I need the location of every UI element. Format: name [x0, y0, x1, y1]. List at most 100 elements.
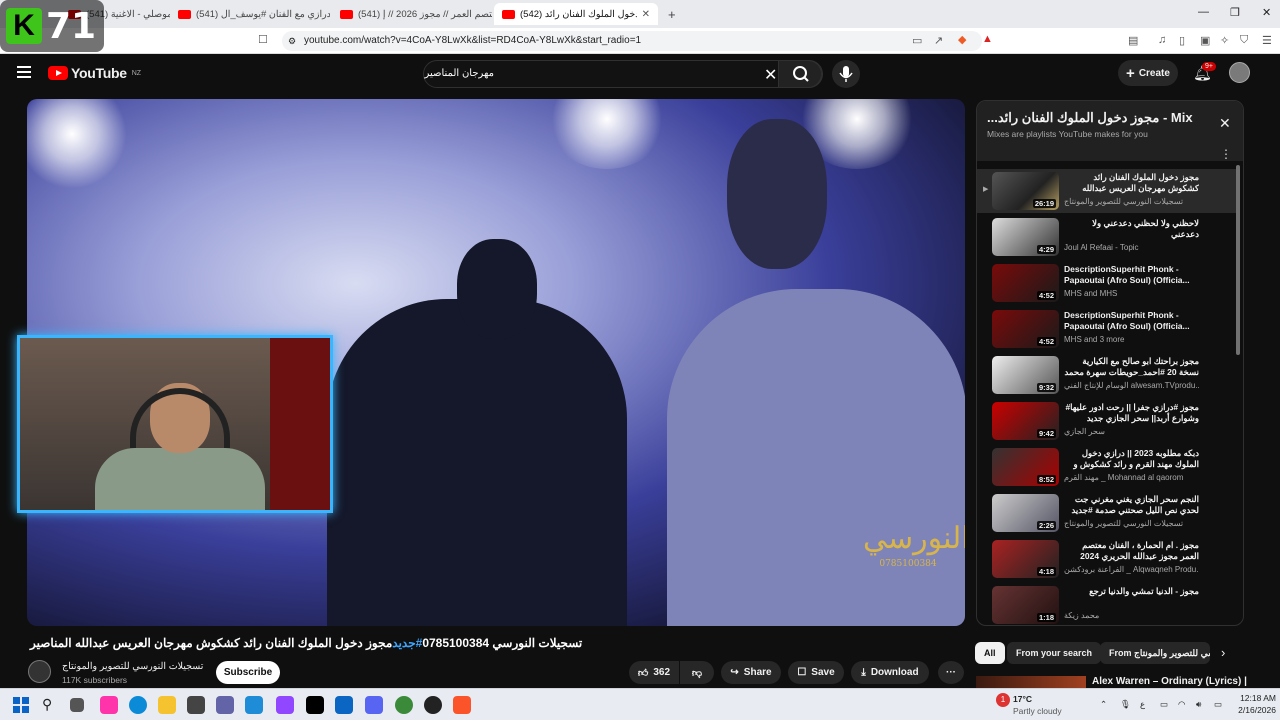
x-twitter-icon[interactable]: [306, 696, 324, 714]
wifi-icon[interactable]: ◠: [1178, 699, 1185, 710]
search-taskbar-icon[interactable]: ⚲: [42, 696, 60, 714]
weather-desc[interactable]: Partly cloudy: [1013, 706, 1062, 716]
playlist-thumbnail: 9:42: [992, 402, 1059, 440]
mix-playlist-panel: Mix - مجوز دخول الملوك الفنان رائد... Mi…: [976, 100, 1244, 626]
channel-name[interactable]: تسجيلات النورسي للتصوير والمونتاج: [62, 661, 203, 672]
voice-search-button[interactable]: [832, 60, 860, 88]
linkedin-icon[interactable]: [335, 696, 353, 714]
bookmark-icon[interactable]: ☐: [258, 33, 268, 46]
copilot-icon[interactable]: [100, 696, 118, 714]
save-button[interactable]: ☐ Save: [788, 661, 844, 684]
teams-icon[interactable]: [216, 696, 234, 714]
overlay-logo-letter: K: [6, 8, 42, 44]
playlist-item[interactable]: 2:26 النجم سحر الجازي يغني مغرني جت لحدي…: [977, 491, 1237, 535]
file-explorer-icon[interactable]: [158, 696, 176, 714]
share-page-icon[interactable]: ↗: [934, 34, 943, 47]
obs-icon[interactable]: [424, 696, 442, 714]
store-icon[interactable]: [187, 696, 205, 714]
download-button[interactable]: ⤓ Download: [851, 661, 929, 684]
browser-tab-active[interactable]: (542) مجوز دخول الملوك الفنان رائد...✕: [494, 3, 658, 25]
chip-from-your-search[interactable]: From your search: [1007, 642, 1102, 664]
like-button[interactable]: 👍︎ 362: [629, 661, 679, 684]
chip-from-channel[interactable]: From تسجيلات النورسي للتصوير والمونتاج: [1100, 642, 1210, 664]
start-windows-icon[interactable]: [12, 696, 30, 714]
playlist-title[interactable]: Mix - مجوز دخول الملوك الفنان رائد...: [987, 110, 1202, 126]
dislike-button[interactable]: 👎︎: [680, 661, 714, 684]
singer-head: [727, 119, 827, 269]
playlist-scrollbar[interactable]: [1236, 165, 1240, 355]
playlist-thumbnail: 2:26: [992, 494, 1059, 532]
clock-date[interactable]: 2/16/2026: [1226, 705, 1276, 715]
vpn-shield-icon[interactable]: ⛉: [1240, 34, 1248, 47]
leo-ai-icon[interactable]: ✧: [1220, 34, 1229, 47]
hashtag-link[interactable]: #جديد: [392, 636, 422, 650]
browser-menu-icon[interactable]: ☰: [1262, 34, 1272, 47]
share-button[interactable]: ↪ Share: [721, 661, 781, 684]
volume-icon[interactable]: 🔊︎: [1196, 699, 1201, 710]
playlist-item[interactable]: 4:52 DescriptionSuperhit Phonk - Papaout…: [977, 307, 1237, 351]
clock-time[interactable]: 12:18 AM: [1226, 693, 1276, 703]
music-icon[interactable]: ♫: [1158, 34, 1166, 46]
search-input[interactable]: مهرجان المناصير: [424, 68, 494, 79]
playlist-item-current[interactable]: ▶ 26:19 مجوز دخول الملوك الفنان رائد كشك…: [977, 169, 1237, 213]
search-button[interactable]: [778, 60, 822, 88]
create-button[interactable]: + Create: [1118, 60, 1178, 86]
maximize-icon[interactable]: ❐: [1230, 6, 1240, 19]
browser-tab[interactable]: (541) معتصم العمر // مجوز 2026 // إ...: [332, 3, 492, 25]
search-icon: [793, 66, 809, 82]
account-avatar[interactable]: [1229, 62, 1250, 83]
search-box[interactable]: مهرجان المناصير ✕: [423, 60, 823, 88]
brave-rewards-icon[interactable]: ▲: [982, 33, 993, 45]
twitch-icon[interactable]: [276, 696, 294, 714]
chrome-icon[interactable]: [395, 696, 413, 714]
language-indicator[interactable]: ع: [1140, 699, 1145, 710]
sidebar-icon[interactable]: ▯: [1179, 34, 1185, 47]
playlist-item[interactable]: 8:52 دبكه مطلوبه 2023 || درازي دخول المل…: [977, 445, 1237, 489]
subscribe-button[interactable]: Subscribe: [216, 661, 280, 684]
close-playlist-icon[interactable]: ✕: [1219, 115, 1231, 132]
wallet-icon[interactable]: ▣: [1200, 34, 1210, 47]
next-video-item[interactable]: Alex Warren – Ordinary (Lyrics) |: [976, 676, 1266, 688]
playlist-more-icon[interactable]: ⋮: [1220, 147, 1232, 161]
window-close-icon[interactable]: ✕: [1262, 6, 1271, 19]
install-icon[interactable]: ▭: [912, 34, 922, 47]
new-tab-button[interactable]: +: [660, 3, 680, 25]
microphone-icon: [839, 66, 853, 82]
battery-icon[interactable]: ▭: [1214, 699, 1222, 710]
playlist-item[interactable]: 4:29 لاحظني ولا لحظني دعدعني ولا دعدعني …: [977, 215, 1237, 259]
clear-search-icon[interactable]: ✕: [764, 65, 777, 85]
playlist-item[interactable]: 4:52 DescriptionSuperhit Phonk - Papaout…: [977, 261, 1237, 305]
chip-all[interactable]: All: [975, 642, 1005, 664]
brave-shields-icon[interactable]: ◆: [958, 33, 966, 46]
reader-icon[interactable]: ▤: [1128, 34, 1138, 47]
mic-tray-icon[interactable]: 🎙︎: [1120, 699, 1131, 710]
minimize-icon[interactable]: —: [1198, 6, 1209, 18]
brave-taskbar-icon[interactable]: [453, 696, 471, 714]
browser-tab[interactable]: (541) مجوز درازي مع الفنان #يوسف_ال...: [170, 3, 330, 25]
site-info-icon[interactable]: ⚙: [288, 31, 296, 51]
playlist-item[interactable]: 9:32 مجوز براحتك ابو صالح مع الكيارية نس…: [977, 353, 1237, 397]
thumbs-up-icon: 👍︎: [637, 667, 649, 679]
stage-light: [547, 99, 667, 169]
channel-avatar[interactable]: [28, 660, 51, 683]
playlist-item[interactable]: 4:18 مجوز . ام الحمارة ، الفنان معتصم ال…: [977, 537, 1237, 581]
close-tab-icon[interactable]: ✕: [642, 9, 650, 20]
region-code: NZ: [131, 69, 142, 77]
display-icon[interactable]: ▭: [1160, 699, 1168, 710]
tray-overflow-icon[interactable]: ⌃: [1100, 699, 1107, 710]
weather-temp[interactable]: 17°C: [1013, 694, 1032, 704]
overlay-logo-number: 71: [46, 5, 97, 47]
address-bar: ☐ ⚙ youtube.com/watch?v=4CoA-Y8LwXk&list=…: [0, 28, 1280, 54]
edge-icon[interactable]: [129, 696, 147, 714]
playlist-item[interactable]: 9:42 مجوز #درازي جفرا || رحت ادور عليها#…: [977, 399, 1237, 443]
playlist-item[interactable]: 1:18 مجوز - الدنيا تمشي والدنيا ترجع محم…: [977, 583, 1237, 625]
task-view-icon[interactable]: [70, 698, 84, 712]
playlist-thumbnail: 26:19: [992, 172, 1059, 210]
more-actions-button[interactable]: ···: [938, 661, 964, 684]
discord-icon[interactable]: [365, 696, 383, 714]
chips-next-icon[interactable]: ›: [1221, 645, 1225, 660]
url-field[interactable]: ⚙ youtube.com/watch?v=4CoA-Y8LwXk&list=RD…: [282, 31, 982, 51]
youtube-logo[interactable]: YouTube NZ: [48, 65, 141, 81]
cloud-app-icon[interactable]: [245, 696, 263, 714]
hamburger-menu-icon[interactable]: [17, 66, 31, 81]
